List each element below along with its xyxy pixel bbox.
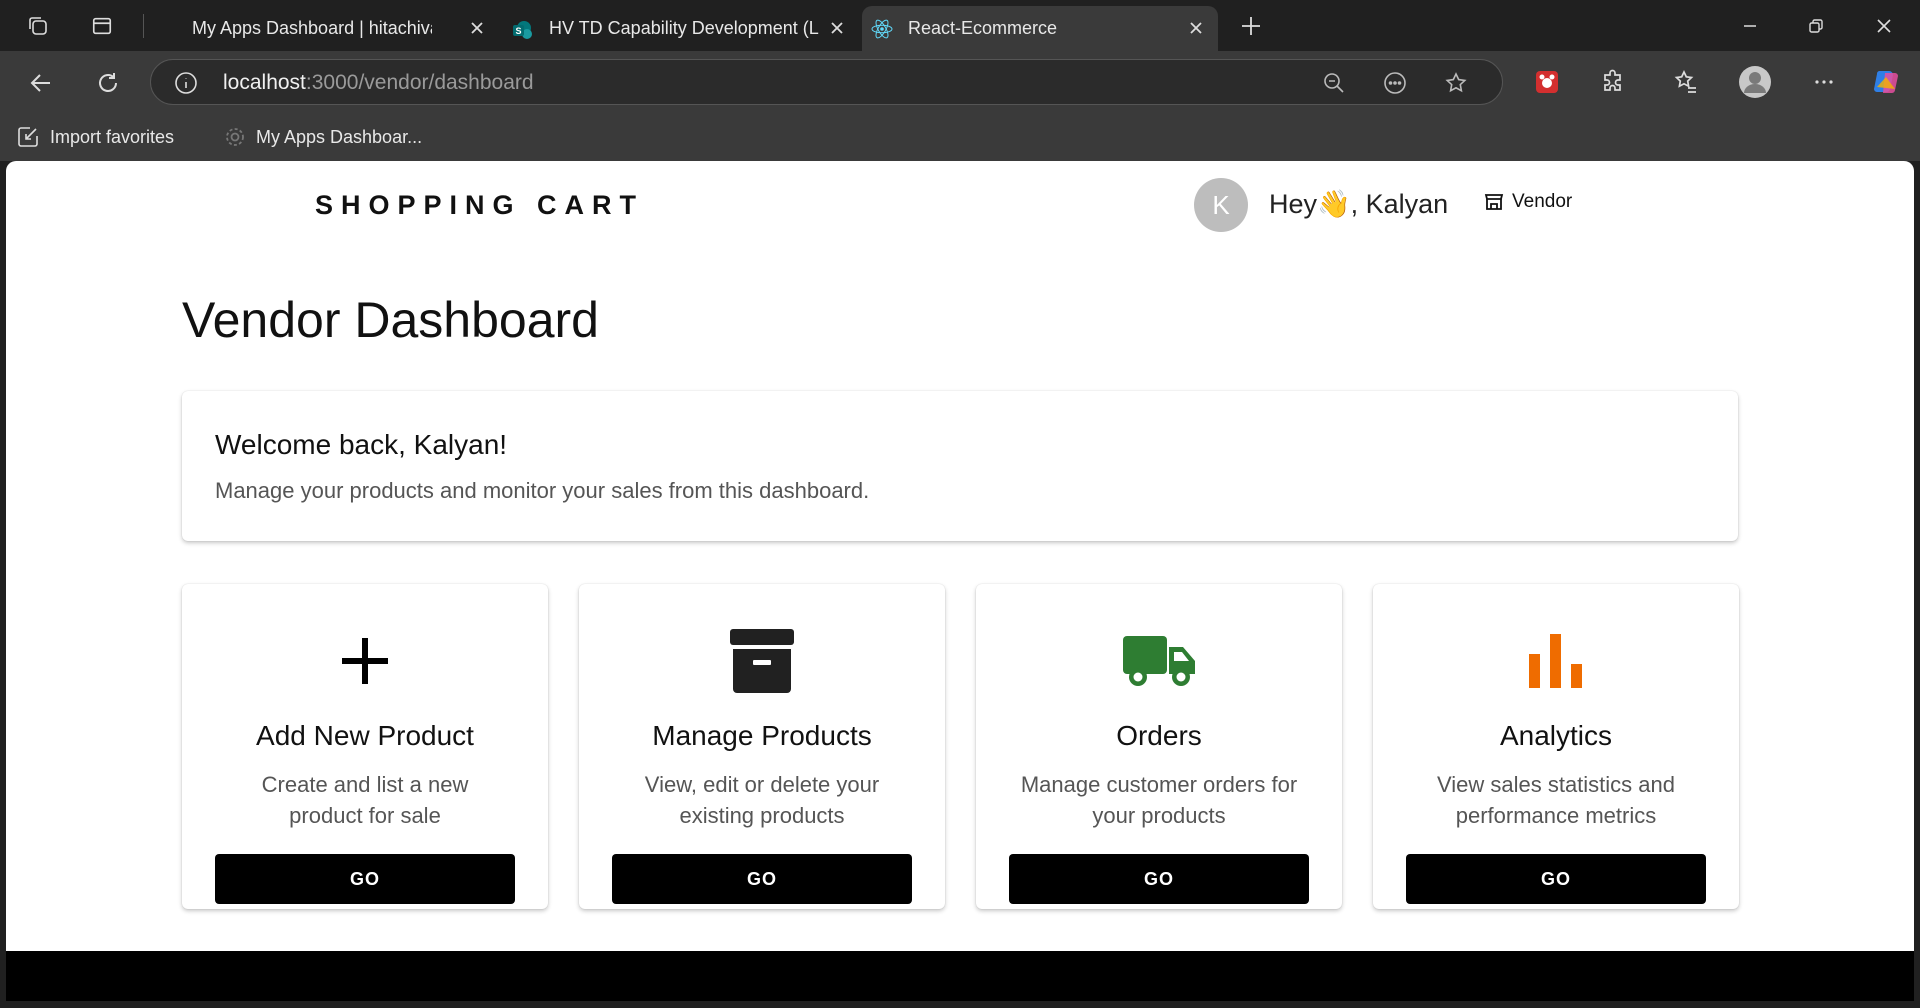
bookmark-label: Import favorites (50, 126, 175, 147)
bookmark-import-favorites[interactable]: Import favorites (16, 123, 174, 151)
tab-actions-icon[interactable] (88, 12, 116, 40)
go-button[interactable]: GO (1009, 854, 1309, 904)
tile-title: Orders (1116, 720, 1202, 751)
info-icon[interactable] (173, 70, 199, 96)
minimize-icon[interactable] (1736, 12, 1764, 40)
tile-orders: Orders Manage customer orders for your p… (976, 584, 1342, 909)
url-path: :3000/vendor/dashboard (305, 71, 534, 94)
gear-icon (226, 128, 244, 146)
page-title: Vendor Dashboard (182, 292, 599, 348)
vendor-link[interactable]: Vendor (1484, 191, 1572, 213)
back-arrow-icon[interactable] (26, 68, 56, 98)
sharepoint-icon: S (511, 18, 535, 42)
tab-my-apps[interactable]: My Apps Dashboard | hitachivanta (150, 6, 490, 51)
tile-analytics: Analytics View sales statistics and perf… (1373, 584, 1739, 909)
bookmarks-bar: Import favorites My Apps Dashboar... (0, 113, 1920, 161)
welcome-card: Welcome back, Kalyan! Manage your produc… (182, 391, 1738, 541)
tile-manage-products: Manage Products View, edit or delete you… (579, 584, 945, 909)
tile-title: Analytics (1499, 720, 1613, 751)
tile-description: Create and list a new product for sale (261, 772, 469, 828)
avatar[interactable]: K (1194, 178, 1248, 232)
close-icon[interactable] (1184, 16, 1208, 40)
site-header: SHOPPING CART K Hey👋, Kalyan Vendor (6, 161, 1914, 251)
tile-add-new-product: Add New Product Create and list a new pr… (182, 584, 548, 909)
tab-separator (143, 14, 144, 38)
user-greeting: Hey👋, Kalyan (1269, 189, 1449, 219)
avatar-initial: K (1212, 189, 1230, 220)
browser-toolbar: localhost:3000/vendor/dashboard (0, 51, 1920, 113)
tab-hv-td[interactable]: S HV TD Capability Development (L (505, 6, 857, 51)
go-button[interactable]: GO (612, 854, 912, 904)
browser-tab-bar: My Apps Dashboard | hitachivanta S HV TD… (0, 0, 1920, 51)
page-viewport: SHOPPING CART K Hey👋, Kalyan Vendor Vend… (6, 161, 1914, 1001)
restore-icon[interactable] (1802, 12, 1830, 40)
react-logo-icon (870, 17, 894, 41)
more-options-icon[interactable] (1382, 70, 1408, 96)
tab-title: My Apps Dashboard | hitachivanta (192, 18, 432, 38)
plus-icon (182, 624, 548, 698)
tile-description: Manage customer orders for your products (1020, 772, 1298, 828)
store-icon (1484, 194, 1504, 210)
close-icon[interactable] (825, 16, 849, 40)
favorites-list-icon[interactable] (1672, 68, 1700, 96)
url-host: localhost (223, 71, 306, 94)
settings-more-icon[interactable] (1810, 68, 1838, 96)
site-logo[interactable]: SHOPPING CART (315, 190, 644, 221)
go-button[interactable]: GO (215, 854, 515, 904)
close-icon[interactable] (465, 16, 489, 40)
refresh-icon[interactable] (93, 68, 123, 98)
extensions-puzzle-icon[interactable] (1599, 68, 1627, 96)
import-icon (18, 127, 38, 147)
bar-chart-icon (1373, 624, 1739, 698)
tile-title: Add New Product (256, 720, 474, 751)
address-bar[interactable]: localhost:3000/vendor/dashboard (150, 59, 1503, 105)
close-window-icon[interactable] (1870, 12, 1898, 40)
tab-react-ecommerce[interactable]: React-Ecommerce (862, 6, 1218, 51)
tile-title: Manage Products (652, 720, 872, 751)
tab-title: HV TD Capability Development (L (549, 18, 819, 38)
bookmark-my-apps[interactable]: My Apps Dashboar... (224, 123, 422, 151)
url-text[interactable]: localhost:3000/vendor/dashboard (223, 71, 534, 95)
favorite-star-icon[interactable] (1443, 70, 1469, 96)
tile-description: View sales statistics and performance me… (1436, 772, 1676, 828)
welcome-subtitle: Manage your products and monitor your sa… (215, 478, 870, 503)
welcome-title: Welcome back, Kalyan! (215, 429, 508, 460)
page-footer (6, 951, 1914, 1001)
tile-description: View, edit or delete your existing produ… (644, 772, 880, 828)
zoom-out-icon[interactable] (1321, 70, 1347, 96)
archive-box-icon (579, 624, 945, 698)
profile-avatar-icon[interactable] (1739, 66, 1771, 98)
workspaces-icon[interactable] (24, 12, 52, 40)
extension-red-icon[interactable] (1533, 68, 1561, 96)
tab-title: React-Ecommerce (908, 18, 1058, 38)
svg-text:S: S (515, 26, 521, 36)
copilot-icon[interactable] (1870, 66, 1902, 98)
vendor-label: Vendor (1512, 191, 1573, 212)
go-button[interactable]: GO (1406, 854, 1706, 904)
new-tab-icon[interactable] (1237, 12, 1265, 40)
truck-icon (976, 624, 1342, 698)
bookmark-label: My Apps Dashboar... (256, 126, 423, 147)
